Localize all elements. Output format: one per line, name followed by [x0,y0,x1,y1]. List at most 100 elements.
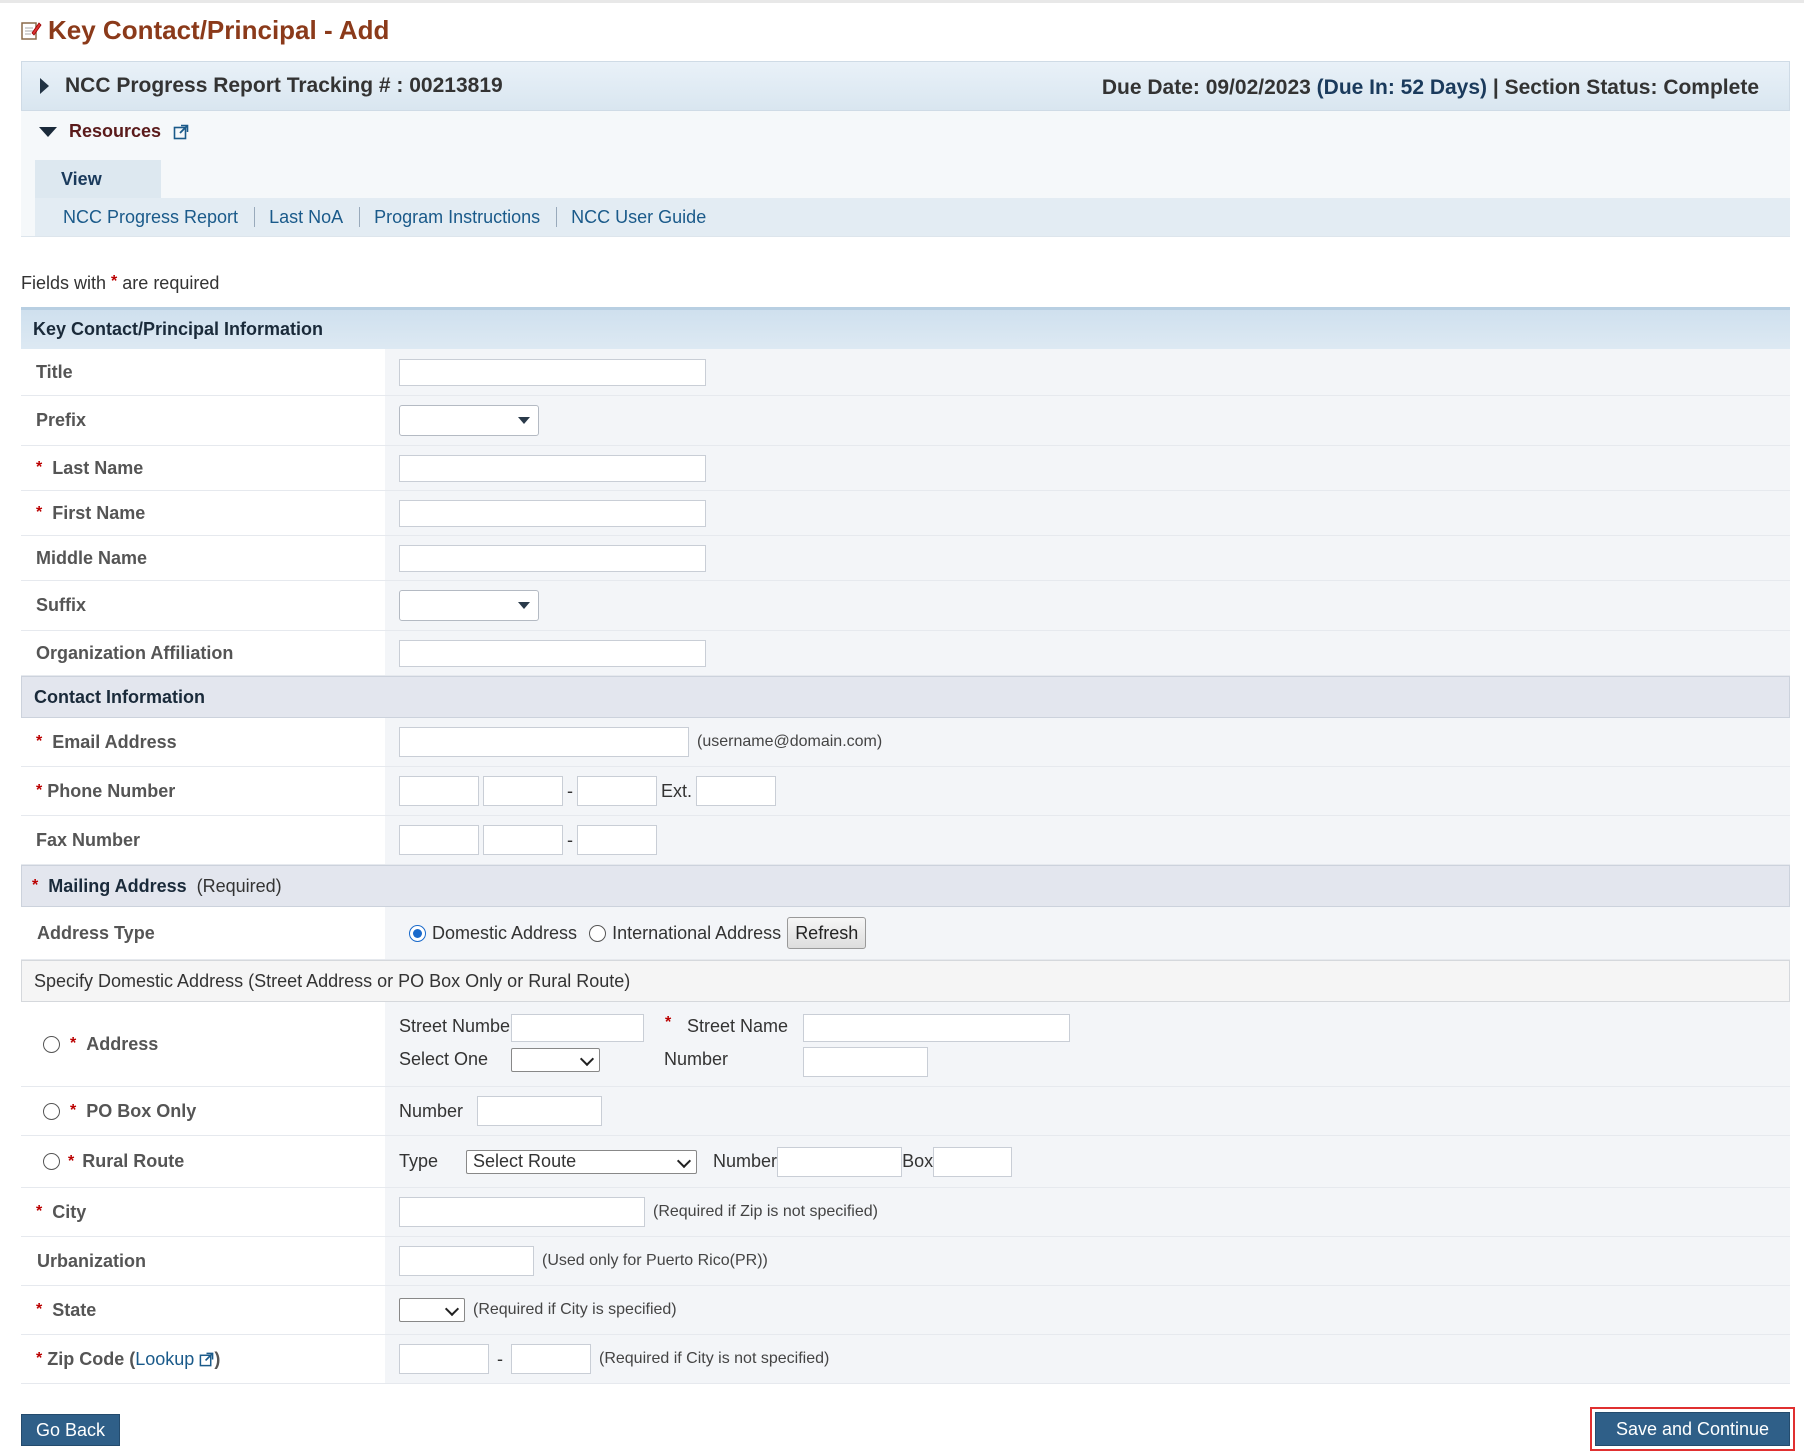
rural-route-box-input[interactable] [933,1146,1013,1177]
po-box-option-radio[interactable] [43,1102,60,1120]
domestic-address-radio[interactable] [409,924,426,942]
zip-label-cell: * Zip Code (Lookup ) [21,1335,385,1383]
required-note-suffix: are required [122,273,220,293]
edit-document-icon [21,22,42,40]
row-org-affiliation: Organization Affiliation [21,631,1790,676]
international-address-label[interactable]: International Address [612,923,781,944]
chevron-down-icon [676,1153,692,1168]
email-input[interactable] [399,727,689,757]
row-first-name: * First Name [21,491,1790,536]
address-number-input[interactable] [803,1047,928,1077]
row-urbanization: Urbanization (Used only for Puerto Rico(… [21,1237,1790,1286]
city-input[interactable] [399,1197,645,1227]
external-link-icon[interactable] [173,124,189,140]
go-back-button[interactable]: Go Back [21,1414,120,1446]
street-number-input[interactable] [511,1014,644,1042]
org-affiliation-input[interactable] [399,639,706,667]
caret-right-icon[interactable] [40,78,49,94]
middle-name-input[interactable] [399,544,706,572]
external-link-icon[interactable] [199,1352,214,1367]
urbanization-input[interactable] [399,1246,534,1276]
fax-prefix-input[interactable] [483,825,563,855]
po-box-label-cell: * PO Box Only [21,1087,385,1135]
row-email: * Email Address (username@domain.com) [21,718,1790,767]
required-icon: * [36,782,43,799]
zip-code-input[interactable] [399,1344,489,1374]
city-label: City [52,1201,87,1222]
tab-view[interactable]: View [35,160,161,198]
section-mailing-address: * Mailing Address (Required) [21,865,1790,907]
link-program-instructions[interactable]: Program Instructions [374,207,556,228]
state-select[interactable] [399,1298,465,1322]
tracking-panel[interactable]: NCC Progress Report Tracking # : 0021381… [21,61,1790,111]
first-name-input[interactable] [399,499,706,527]
link-last-noa[interactable]: Last NoA [269,207,359,228]
row-street-address: * Address Street Number * Street Name Sel… [21,1002,1790,1087]
rural-route-option-radio[interactable] [43,1153,60,1170]
international-address-radio[interactable] [589,924,607,942]
save-and-continue-button[interactable]: Save and Continue [1595,1412,1790,1446]
phone-label: Phone Number [47,780,176,801]
first-name-label-cell: * First Name [21,491,385,535]
required-icon: * [36,1350,43,1367]
fax-line-input[interactable] [577,825,657,855]
required-icon: * [36,504,43,521]
row-last-name: * Last Name [21,446,1790,491]
mailing-address-note: (Required) [196,875,282,896]
top-border [0,0,1804,3]
po-box-number-input[interactable] [477,1096,603,1126]
street-prefix-select[interactable] [511,1048,600,1072]
suffix-select[interactable] [399,590,539,621]
phone-line-input[interactable] [577,776,657,806]
phone-area-input[interactable] [399,776,479,806]
po-box-number-label: Number [399,1100,464,1121]
row-state: * State (Required if City is specified) [21,1286,1790,1335]
row-fax: Fax Number - [21,816,1790,865]
phone-ext-input[interactable] [696,776,777,806]
row-title: Title [21,349,1790,396]
zip-hint: (Required if City is not specified) [599,1350,830,1367]
required-icon: * [32,877,39,894]
page-title: Key Contact/Principal - Add [20,12,389,48]
last-name-input[interactable] [399,454,706,482]
link-ncc-user-guide[interactable]: NCC User Guide [571,207,722,228]
required-icon: * [36,1203,43,1220]
rural-route-type-label: Type [399,1151,439,1171]
fax-area-input[interactable] [399,825,479,855]
row-prefix: Prefix [21,396,1790,446]
mailing-address-title: Mailing Address [48,875,187,896]
row-address-type: Address Type Domestic Address Internatio… [21,907,1790,960]
page-title-text: Key Contact/Principal - Add [48,14,390,45]
required-icon: * [68,1152,75,1170]
resources-toggle[interactable]: Resources [39,121,189,142]
email-hint: (username@domain.com) [697,733,883,750]
domestic-address-instructions: Specify Domestic Address (Street Address… [21,960,1790,1002]
required-marker-icon: * [111,273,118,290]
due-in: (Due In: 52 Days) [1316,76,1488,99]
state-hint: (Required if City is specified) [473,1301,677,1318]
title-input[interactable] [399,358,706,386]
domestic-address-label[interactable]: Domestic Address [432,923,577,944]
address-option-radio[interactable] [43,1035,60,1053]
street-name-input[interactable] [803,1014,1070,1042]
first-name-label: First Name [52,502,146,523]
resources-title[interactable]: Resources [69,121,161,142]
phone-ext-label: Ext. [661,780,693,801]
prefix-select[interactable] [399,405,539,436]
select-one-label: Select One [399,1049,489,1069]
refresh-button[interactable]: Refresh [787,917,867,949]
zip-extension-input[interactable] [511,1344,591,1374]
required-icon: * [70,1035,77,1052]
zip-lookup-link[interactable]: Lookup [135,1349,194,1370]
rural-route-type-select[interactable]: Select Route [466,1149,698,1174]
phone-prefix-input[interactable] [483,776,563,806]
city-hint: (Required if Zip is not specified) [653,1203,878,1220]
prefix-label: Prefix [21,396,385,445]
key-contact-form: Key Contact/Principal Information Title … [21,307,1790,1384]
rural-route-number-input[interactable] [777,1146,903,1177]
rural-route-box-label: Box [902,1151,934,1171]
resources-panel: Resources View NCC Progress Report Last … [21,111,1790,237]
caret-down-icon[interactable] [39,126,57,137]
link-ncc-progress-report[interactable]: NCC Progress Report [63,207,254,228]
street-number-label: Street Number [399,1016,517,1036]
